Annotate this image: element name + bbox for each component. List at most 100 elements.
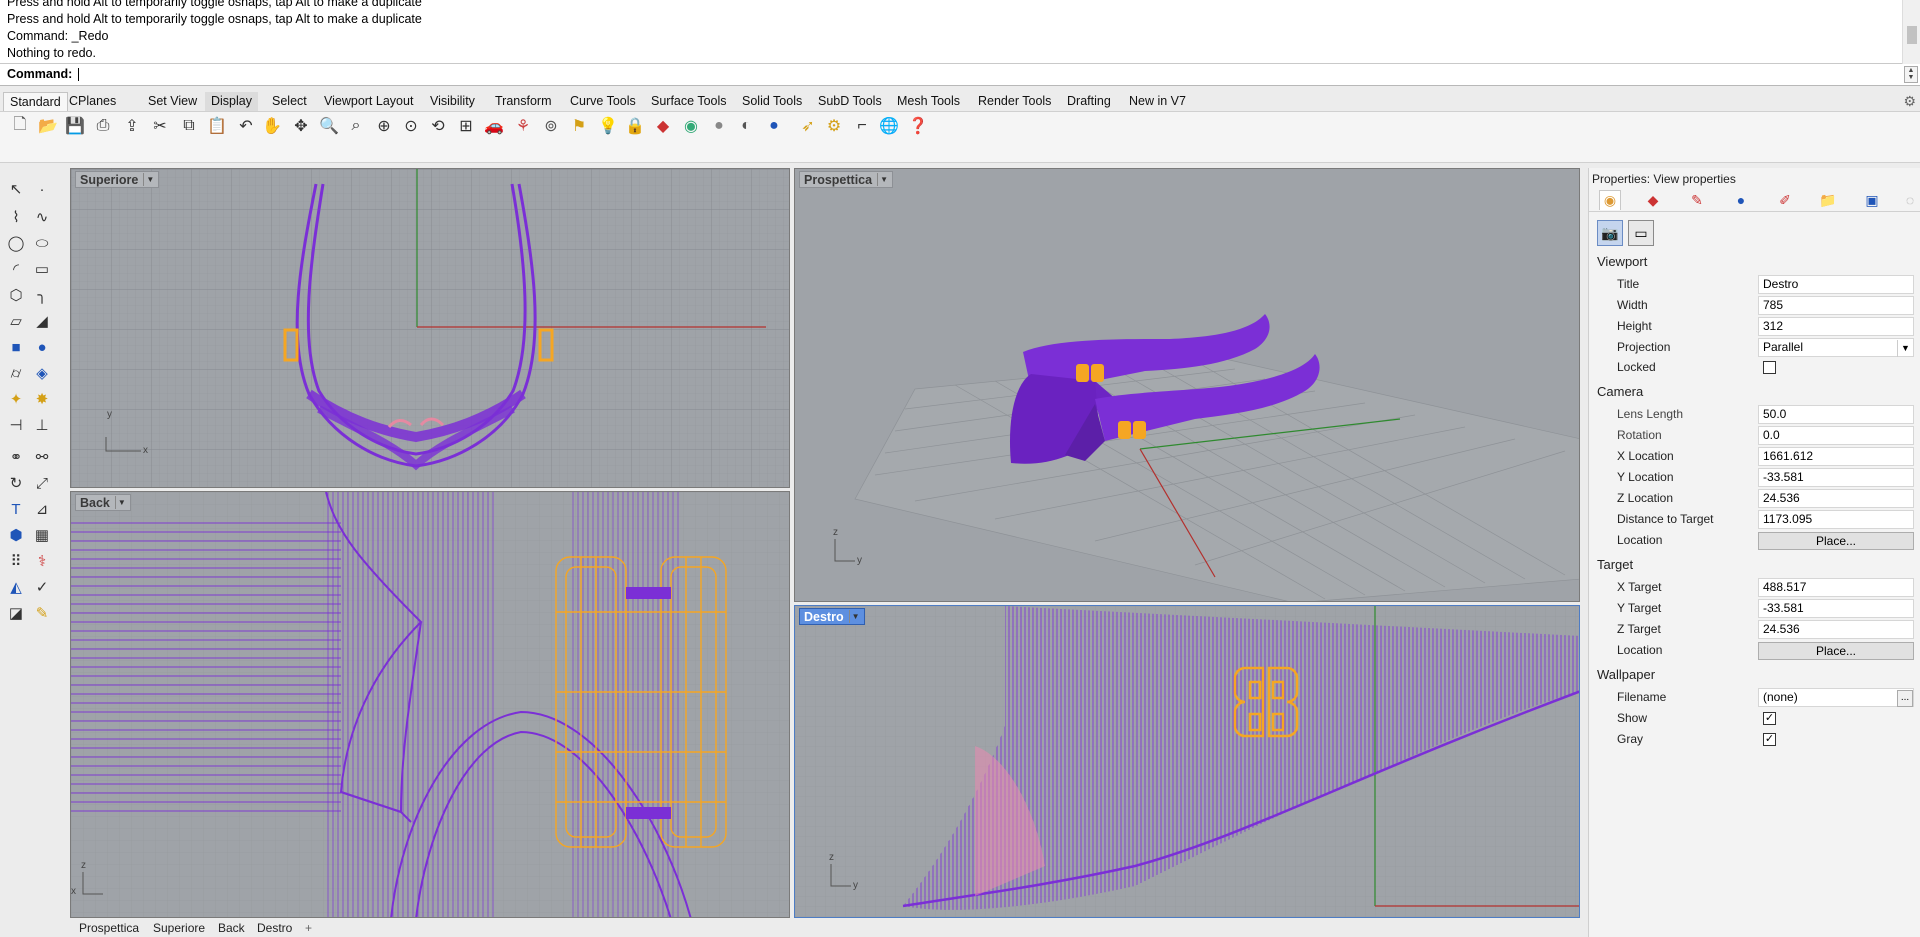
chevron-down-icon[interactable]: ▼ [877,173,890,186]
viewport-tab-back[interactable]: Back [218,921,245,935]
viewport-tab-prospettica[interactable]: Prospettica [79,921,139,935]
chevron-down-icon[interactable]: ▼ [114,496,128,509]
show-checkbox[interactable]: ✓ [1763,712,1776,725]
surface-icon[interactable]: ▱ [4,310,28,332]
rotation-field[interactable]: 0.0 [1758,426,1914,445]
tab-surface-tools[interactable]: Surface Tools [645,92,733,111]
tab-cplanes[interactable]: CPlanes [63,92,122,111]
undo-view-icon[interactable]: ⟲ [427,115,449,137]
camera-place-button[interactable]: Place... [1758,532,1914,550]
new-file-icon[interactable]: 🗋 [9,115,31,137]
boolean-icon[interactable]: ◈ [30,362,54,384]
undo-icon[interactable]: ↶ [235,115,257,137]
tab-subd-tools[interactable]: SubD Tools [812,92,888,111]
surface-edit-icon[interactable]: ◭ [4,576,28,598]
sphere-icon[interactable]: ● [708,115,730,137]
viewport-back[interactable]: z x Back ▼ [70,491,790,918]
viewport-title-right[interactable]: Destro ▼ [799,608,865,625]
command-spinner[interactable]: ▲ ▼ [1904,66,1918,83]
tab-select[interactable]: Select [266,92,313,111]
environment-icon[interactable]: ✎ [1686,190,1708,210]
tab-visibility[interactable]: Visibility [424,92,481,111]
snap-icon[interactable]: ⚑ [568,115,590,137]
layer-icon[interactable]: ◆ [652,115,674,137]
viewport-right[interactable]: z y Destro ▼ [794,605,1580,918]
group-icon[interactable]: ⚭ [4,446,28,468]
filename-field[interactable]: (none)... [1758,688,1914,707]
tab-curve-tools[interactable]: Curve Tools [564,92,642,111]
tab-new-in-v7[interactable]: New in V7 [1123,92,1192,111]
analysis-icon[interactable]: ⚕ [30,550,54,572]
save-icon[interactable]: 💾 [64,115,86,137]
target-icon[interactable]: ⊚ [540,115,562,137]
gear-icon[interactable]: ⚙ [1903,93,1916,110]
tab-mesh-tools[interactable]: Mesh Tools [891,92,966,111]
settings-gears-icon[interactable]: ⚙ [823,115,845,137]
text-icon[interactable]: T [4,498,28,520]
check-icon[interactable]: ✓ [30,576,54,598]
z-target-field[interactable]: 24.536 [1758,620,1914,639]
point-icon[interactable]: · [30,178,54,200]
cut-icon[interactable]: ✂ [149,115,171,137]
tab-transform[interactable]: Transform [489,92,558,111]
y-location-field[interactable]: -33.581 [1758,468,1914,487]
export-icon[interactable]: ⇪ [121,115,143,137]
x-location-field[interactable]: 1661.612 [1758,447,1914,466]
command-line[interactable]: Command: ▲ ▼ [0,64,1920,86]
help-icon[interactable]: ◌ [1899,190,1920,210]
tab-render-tools[interactable]: Render Tools [972,92,1057,111]
zoom-icon[interactable]: 🔍 [318,115,340,137]
render-sphere-icon[interactable]: ◐ [735,115,757,137]
locked-checkbox[interactable] [1763,361,1776,374]
chevron-down-icon[interactable]: ▼ [848,610,862,623]
dimension-tool-icon[interactable]: ⊿ [30,498,54,520]
gumball-icon[interactable]: ⚘ [512,115,534,137]
arc-icon[interactable]: ◜ [4,258,28,280]
y-target-field[interactable]: -33.581 [1758,599,1914,618]
mesh-icon[interactable]: ✦ [4,388,28,410]
array-icon[interactable]: ⠿ [4,550,28,572]
target-place-button[interactable]: Place... [1758,642,1914,660]
width-field[interactable]: 785 [1758,296,1914,315]
tab-viewport-layout[interactable]: Viewport Layout [318,92,419,111]
box-icon[interactable]: ■ [4,336,28,358]
help-icon[interactable]: ❓ [907,115,929,137]
lens-length-field[interactable]: 50.0 [1758,405,1914,424]
lock-icon[interactable]: 🔒 [624,115,646,137]
chevron-down-icon[interactable]: ▼ [1897,340,1913,357]
rectangle-icon[interactable]: ▭ [30,258,54,280]
chevron-down-icon[interactable]: ▼ [143,173,156,186]
rotate-icon[interactable]: ↻ [4,472,28,494]
paste-icon[interactable]: 📋 [206,115,228,137]
tab-set-view[interactable]: Set View [142,92,203,111]
tab-solid-tools[interactable]: Solid Tools [736,92,808,111]
add-viewport-icon[interactable]: + [305,921,312,935]
color-wheel-icon[interactable]: ◉ [680,115,702,137]
ellipse-icon[interactable]: ⬭ [30,232,54,254]
four-viewports-icon[interactable]: ⊞ [455,115,477,137]
viewport-tab-superiore[interactable]: Superiore [153,921,205,935]
viewport-top[interactable]: y x Superiore ▼ [70,168,790,488]
browse-button[interactable]: ... [1897,690,1913,707]
zoom-selected-icon[interactable]: ⊙ [400,115,422,137]
folder-icon[interactable]: 📁 [1817,190,1839,210]
color-wheel-icon[interactable]: ◉ [1599,190,1621,210]
polyline-icon[interactable]: ⌇ [4,206,28,228]
copy-icon[interactable]: ⧉ [178,115,200,137]
viewport-tab-destro[interactable]: Destro [257,921,292,935]
print-icon[interactable]: ⎙ [92,115,114,137]
gray-checkbox[interactable]: ✓ [1763,733,1776,746]
pointer-options-icon[interactable]: ➶ [797,115,819,137]
title-field[interactable]: Destro [1758,275,1914,294]
viewport-frame-icon[interactable]: ▭ [1628,220,1654,246]
viewport-title-top[interactable]: Superiore ▼ [75,171,160,188]
tab-standard[interactable]: Standard [3,92,68,111]
loft-icon[interactable]: ◢ [30,310,54,332]
material-sphere-icon[interactable]: ● [763,115,785,137]
camera-icon[interactable]: 📷 [1597,220,1623,246]
viewport-perspective[interactable]: z y Prospettica ▼ [794,168,1580,602]
block-icon[interactable]: ⬢ [4,524,28,546]
distance-field[interactable]: 1173.095 [1758,510,1914,529]
tab-display[interactable]: Display [205,92,258,111]
tab-drafting[interactable]: Drafting [1061,92,1117,111]
